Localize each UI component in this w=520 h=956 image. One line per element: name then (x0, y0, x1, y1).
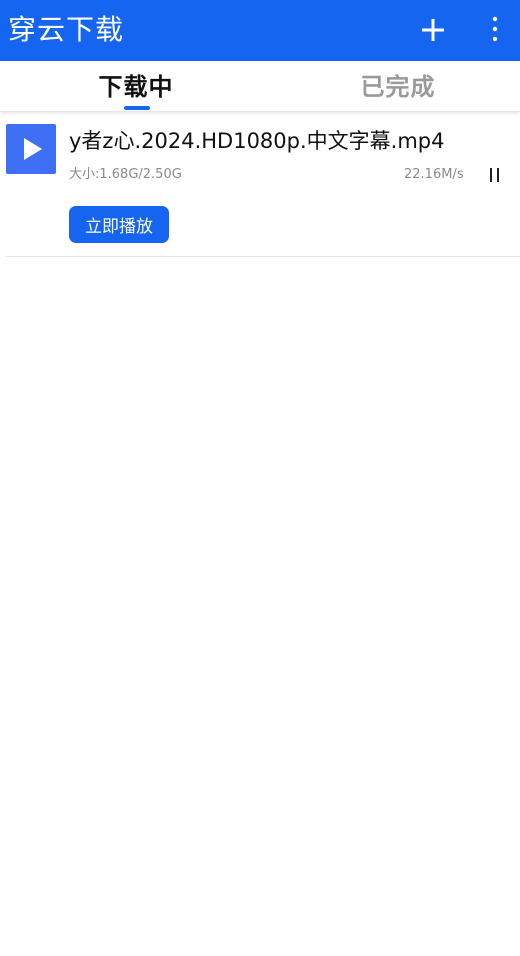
tab-bar: 下载中 已完成 (0, 61, 520, 111)
item-divider (6, 256, 520, 257)
app-screen: 穿云下载 下载中 已完成 y者z心.2024.HD1080p.中文字幕.mp4 … (0, 0, 520, 956)
download-speed: 22.16M/s (404, 167, 464, 182)
app-bar: 穿云下载 (0, 0, 520, 61)
tab-downloading[interactable]: 下载中 (6, 61, 266, 111)
pause-button[interactable] (484, 165, 504, 185)
pause-icon (490, 168, 499, 182)
add-button[interactable] (414, 11, 452, 49)
tab-completed[interactable]: 已完成 (268, 61, 520, 111)
file-name: y者z心.2024.HD1080p.中文字幕.mp4 (69, 129, 445, 153)
download-item[interactable]: y者z心.2024.HD1080p.中文字幕.mp4 大小:1.68G/2.50… (0, 112, 520, 257)
tab-completed-label: 已完成 (360, 73, 436, 101)
more-vertical-icon (492, 16, 498, 42)
active-tab-indicator (124, 106, 150, 110)
more-options-button[interactable] (480, 11, 510, 49)
download-size: 大小:1.68G/2.50G (69, 167, 182, 182)
app-title: 穿云下载 (8, 13, 125, 46)
plus-icon (422, 19, 444, 41)
play-now-button[interactable]: 立即播放 (69, 206, 169, 243)
video-thumbnail[interactable] (6, 124, 56, 174)
play-icon (24, 138, 42, 160)
